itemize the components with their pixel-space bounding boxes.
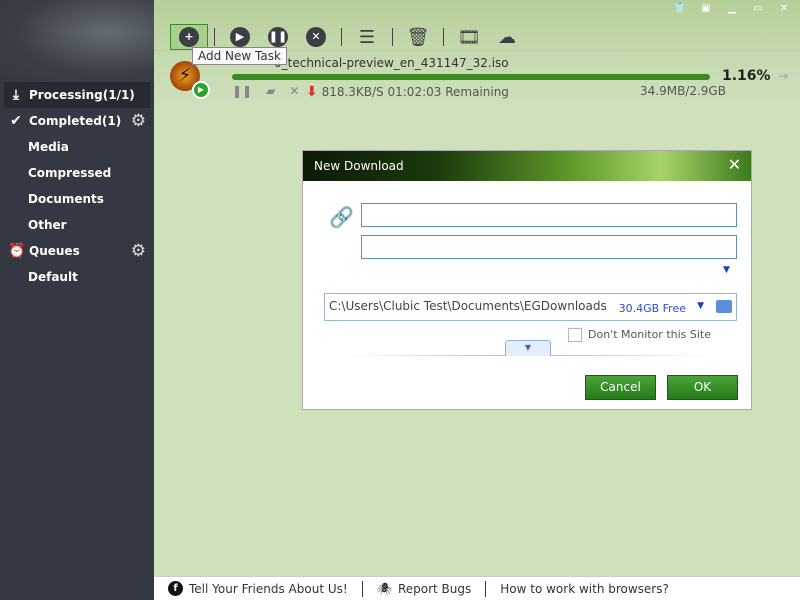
divider	[214, 28, 215, 46]
dont-monitor-label: Don't Monitor this Site	[588, 328, 712, 341]
row-controls: ❚❚ ▰ ✕	[232, 84, 299, 98]
cloud-download-icon: ☁	[498, 26, 516, 48]
eagle-logo	[0, 0, 154, 82]
folder-icon[interactable]	[716, 300, 732, 313]
minimize-icon[interactable]: ▁	[722, 3, 742, 17]
expand-options-button[interactable]: ▼	[505, 340, 551, 356]
play-icon: ▶	[230, 27, 250, 47]
cloud-download-button[interactable]: ☁	[488, 24, 526, 50]
speed-remaining: 818.3KB/S 01:02:03 Remaining	[321, 85, 509, 99]
pause-icon[interactable]: ❚❚	[232, 84, 252, 98]
sort-icon: ☰	[358, 26, 376, 48]
download-arrow-icon: ⬇	[306, 84, 318, 100]
gear-icon[interactable]: ⚙	[131, 241, 146, 261]
open-icon[interactable]: ⇥	[778, 69, 788, 83]
chevron-down-icon[interactable]: ▼	[697, 301, 704, 311]
progress-percent: 1.16%	[722, 68, 771, 84]
tooltip: Add New Task	[192, 47, 287, 65]
file-name: 0_technical-preview_en_431147_32.iso	[274, 56, 509, 70]
divider	[341, 28, 342, 46]
window-controls: 👕 ▣ ▁ ▭ ✕	[670, 3, 794, 17]
sidebar-item-processing[interactable]: ⤓ Processing(1/1)	[4, 82, 150, 108]
sidebar-item-documents[interactable]: Documents	[0, 186, 154, 212]
sidebar: ⤓ Processing(1/1) ✔ Completed(1) ⚙ Media Co…	[0, 0, 154, 600]
divider	[443, 28, 444, 46]
divider	[392, 28, 393, 46]
plus-icon: +	[179, 27, 199, 47]
stop-icon: ✕	[306, 27, 326, 47]
play-icon[interactable]: ▶	[192, 81, 210, 99]
facebook-icon: f	[168, 581, 183, 596]
progress-bar	[232, 74, 710, 80]
sidebar-item-media[interactable]: Media	[0, 134, 154, 160]
pause-icon: ❚❚	[268, 27, 288, 47]
ok-button[interactable]: OK	[667, 375, 738, 400]
filename-input[interactable]	[361, 235, 737, 259]
cancel-button[interactable]: Cancel	[585, 375, 656, 400]
sidebar-item-compressed[interactable]: Compressed	[0, 160, 154, 186]
check-circle-icon: ✔	[10, 113, 22, 129]
trash-icon: 🗑	[406, 26, 430, 48]
sidebar-item-queues[interactable]: ⏰ Queues ⚙	[0, 238, 154, 264]
sidebar-item-default[interactable]: Default	[0, 264, 154, 290]
size-progress: 34.9MB/2.9GB	[640, 84, 726, 98]
browsers-help-link[interactable]: How to work with browsers?	[486, 582, 683, 596]
close-icon[interactable]: ✕	[728, 155, 741, 174]
url-input[interactable]	[361, 203, 737, 227]
dialog-header: New Download ✕	[303, 151, 751, 181]
sidebar-item-other[interactable]: Other	[0, 212, 154, 238]
footer: f Tell Your Friends About Us! 🕷 Report Bug…	[154, 576, 800, 600]
chevron-down-icon[interactable]: ▼	[723, 265, 730, 275]
free-space: 30.4GB Free	[618, 302, 686, 315]
cancel-icon[interactable]: ✕	[289, 84, 299, 98]
stop-button[interactable]: ✕	[297, 24, 335, 50]
alarm-clock-icon: ⏰	[8, 243, 26, 259]
bug-icon: 🕷	[376, 581, 392, 596]
mini-mode-icon[interactable]: ▣	[696, 3, 716, 17]
sidebar-item-completed[interactable]: ✔ Completed(1) ⚙	[0, 108, 154, 134]
dialog-title: New Download	[314, 159, 404, 173]
skin-icon[interactable]: 👕	[670, 3, 690, 17]
link-icon: 🔗	[329, 205, 354, 229]
close-icon[interactable]: ✕	[774, 3, 794, 17]
download-icon: ⤓	[12, 87, 20, 103]
maximize-icon[interactable]: ▭	[748, 3, 768, 17]
video-button[interactable]: 🎞	[450, 24, 488, 50]
dont-monitor-checkbox[interactable]	[568, 328, 582, 342]
gear-icon[interactable]: ⚙	[131, 111, 146, 131]
delete-button[interactable]: 🗑	[399, 24, 437, 50]
report-bugs-link[interactable]: 🕷 Report Bugs	[363, 582, 486, 596]
tell-friends-link[interactable]: f Tell Your Friends About Us!	[154, 581, 362, 596]
sort-button[interactable]: ☰	[348, 24, 386, 50]
folder-icon[interactable]: ▰	[266, 84, 275, 98]
save-path-field[interactable]: C:\Users\Clubic Test\Documents\EGDownloa…	[324, 293, 737, 321]
new-download-dialog: New Download ✕ 🔗 ▼ C:\Users\Clubic Test\D…	[302, 150, 752, 410]
film-icon: 🎞	[457, 26, 481, 48]
